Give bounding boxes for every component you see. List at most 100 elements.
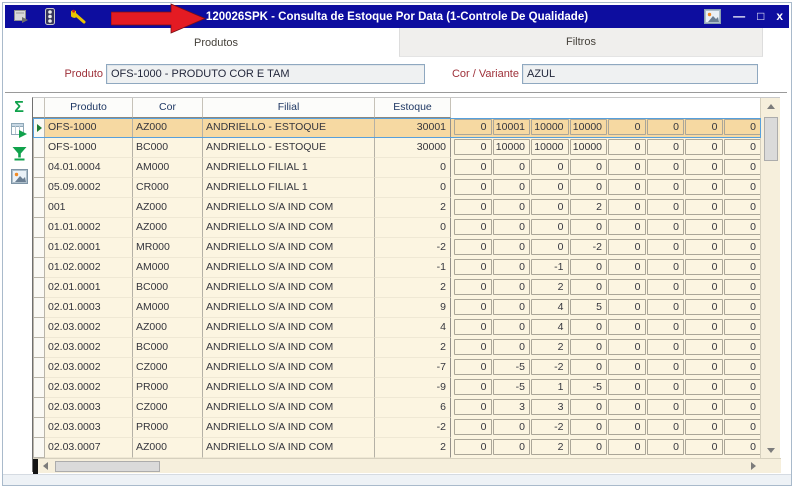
cell-value[interactable]: 0 — [454, 179, 492, 195]
cell-value[interactable]: 0 — [454, 399, 492, 415]
cell-produto[interactable]: 02.03.0002 — [45, 318, 133, 338]
cell-value[interactable]: 0 — [723, 199, 761, 215]
maximize-button[interactable]: □ — [757, 5, 764, 28]
cell-value[interactable]: 0 — [685, 399, 723, 415]
cell-value[interactable]: 0 — [569, 319, 607, 335]
cell-filial[interactable]: ANDRIELLO - ESTOQUE — [203, 118, 375, 138]
cell-cor[interactable]: AZ000 — [133, 198, 203, 218]
column-header-cor[interactable]: Cor — [133, 98, 203, 118]
cell-value[interactable]: 0 — [454, 219, 492, 235]
scroll-left-icon[interactable] — [38, 459, 53, 473]
cell-value[interactable]: 0 — [608, 179, 646, 195]
cell-value[interactable]: 0 — [685, 319, 723, 335]
cell-value[interactable]: 0 — [454, 299, 492, 315]
cell-produto[interactable]: 02.03.0007 — [45, 438, 133, 458]
column-header-filial[interactable]: Filial — [203, 98, 375, 118]
cell-estoque[interactable]: 4 — [375, 318, 451, 338]
cell-value[interactable]: 0 — [723, 399, 761, 415]
cell-filial[interactable]: ANDRIELLO S/A IND COM — [203, 358, 375, 378]
picture-icon[interactable] — [703, 9, 721, 25]
cell-value[interactable]: -5 — [492, 359, 530, 375]
cell-filial[interactable]: ANDRIELLO S/A IND COM — [203, 278, 375, 298]
cell-value[interactable]: -2 — [531, 359, 569, 375]
table-row[interactable]: 02.03.0007 AZ000 ANDRIELLO S/A IND COM 2 0 0 2… — [33, 438, 761, 458]
cell-value[interactable]: 0 — [685, 219, 723, 235]
wrench-icon[interactable] — [69, 8, 89, 25]
cell-estoque[interactable]: 30001 — [375, 118, 451, 138]
cell-value[interactable]: 0 — [454, 339, 492, 355]
cell-value[interactable]: 0 — [608, 339, 646, 355]
close-button[interactable]: x — [776, 5, 783, 28]
cell-value[interactable]: 0 — [454, 199, 492, 215]
cell-cor[interactable]: AZ000 — [133, 318, 203, 338]
cell-value[interactable]: 0 — [685, 119, 723, 135]
cell-value[interactable]: 0 — [454, 239, 492, 255]
cell-value[interactable]: 0 — [608, 379, 646, 395]
minimize-button[interactable]: — — [733, 5, 745, 28]
cell-value[interactable]: 0 — [646, 419, 684, 435]
table-row[interactable]: 02.03.0002 PR000 ANDRIELLO S/A IND COM -9 0-… — [33, 378, 761, 398]
cell-filial[interactable]: ANDRIELLO S/A IND COM — [203, 338, 375, 358]
cell-value[interactable]: 0 — [531, 219, 569, 235]
cell-value[interactable]: 0 — [685, 139, 723, 155]
table-row[interactable]: 02.01.0001 BC000 ANDRIELLO S/A IND COM 2 0 0 2… — [33, 278, 761, 298]
cell-cor[interactable]: AZ000 — [133, 218, 203, 238]
table-row[interactable]: 02.03.0003 PR000 ANDRIELLO S/A IND COM -2 0 0… — [33, 418, 761, 438]
cell-produto[interactable]: 02.01.0003 — [45, 298, 133, 318]
cell-value[interactable]: 0 — [454, 259, 492, 275]
table-row[interactable]: 01.02.0001 MR000 ANDRIELLO S/A IND COM -2 0 0… — [33, 238, 761, 258]
cell-value[interactable]: 0 — [454, 279, 492, 295]
cell-cor[interactable]: AM000 — [133, 258, 203, 278]
sum-icon[interactable]: Σ — [9, 98, 29, 117]
cell-estoque[interactable]: 6 — [375, 398, 451, 418]
cell-value[interactable]: 4 — [531, 319, 569, 335]
cell-value[interactable]: -2 — [569, 239, 607, 255]
export-grid-icon[interactable] — [9, 121, 29, 140]
cell-filial[interactable]: ANDRIELLO S/A IND COM — [203, 218, 375, 238]
cell-filial[interactable]: ANDRIELLO S/A IND COM — [203, 378, 375, 398]
cell-value[interactable]: 0 — [531, 159, 569, 175]
cell-value[interactable]: 0 — [723, 259, 761, 275]
cell-value[interactable]: 0 — [569, 419, 607, 435]
table-row[interactable]: 01.01.0002 AZ000 ANDRIELLO S/A IND COM 0 0 0 0… — [33, 218, 761, 238]
cell-value[interactable]: 1 — [531, 379, 569, 395]
cell-value[interactable]: 0 — [723, 219, 761, 235]
cell-cor[interactable]: PR000 — [133, 378, 203, 398]
cell-value[interactable]: 3 — [492, 399, 530, 415]
cell-estoque[interactable]: -7 — [375, 358, 451, 378]
cell-value[interactable]: 0 — [608, 399, 646, 415]
cell-value[interactable]: 0 — [723, 299, 761, 315]
cell-value[interactable]: 0 — [685, 279, 723, 295]
cell-produto[interactable]: OFS-1000 — [45, 138, 133, 158]
cell-cor[interactable]: CZ000 — [133, 398, 203, 418]
cell-value[interactable]: 0 — [492, 259, 530, 275]
table-row[interactable]: 02.03.0003 CZ000 ANDRIELLO S/A IND COM 6 0 3 3… — [33, 398, 761, 418]
cell-value[interactable]: 2 — [569, 199, 607, 215]
cell-cor[interactable]: BC000 — [133, 338, 203, 358]
cell-filial[interactable]: ANDRIELLO S/A IND COM — [203, 198, 375, 218]
cell-value[interactable]: 0 — [723, 279, 761, 295]
cell-value[interactable]: 0 — [454, 359, 492, 375]
cell-value[interactable]: 0 — [646, 379, 684, 395]
system-menu-icon[interactable] — [11, 8, 31, 25]
cell-value[interactable]: 0 — [723, 359, 761, 375]
column-header-produto[interactable]: Produto — [45, 98, 133, 118]
cell-produto[interactable]: 01.01.0002 — [45, 218, 133, 238]
cell-estoque[interactable]: 2 — [375, 438, 451, 458]
cell-value[interactable]: -1 — [531, 259, 569, 275]
cell-estoque[interactable]: 2 — [375, 278, 451, 298]
cell-value[interactable]: 0 — [646, 199, 684, 215]
cell-value[interactable]: 0 — [608, 139, 646, 155]
cell-produto[interactable]: 02.03.0002 — [45, 338, 133, 358]
cell-value[interactable]: 0 — [723, 159, 761, 175]
cell-value[interactable]: 0 — [646, 259, 684, 275]
cell-estoque[interactable]: 2 — [375, 338, 451, 358]
cell-value[interactable]: 0 — [569, 159, 607, 175]
cell-value[interactable]: 0 — [608, 119, 646, 135]
table-row[interactable]: 02.03.0002 AZ000 ANDRIELLO S/A IND COM 4 0 0 4… — [33, 318, 761, 338]
cell-value[interactable]: 10001 — [492, 119, 530, 135]
cell-value[interactable]: 0 — [454, 319, 492, 335]
cell-value[interactable]: 0 — [492, 439, 530, 455]
table-row[interactable]: 02.03.0002 CZ000 ANDRIELLO S/A IND COM -7 0-… — [33, 358, 761, 378]
cell-value[interactable]: 0 — [608, 419, 646, 435]
